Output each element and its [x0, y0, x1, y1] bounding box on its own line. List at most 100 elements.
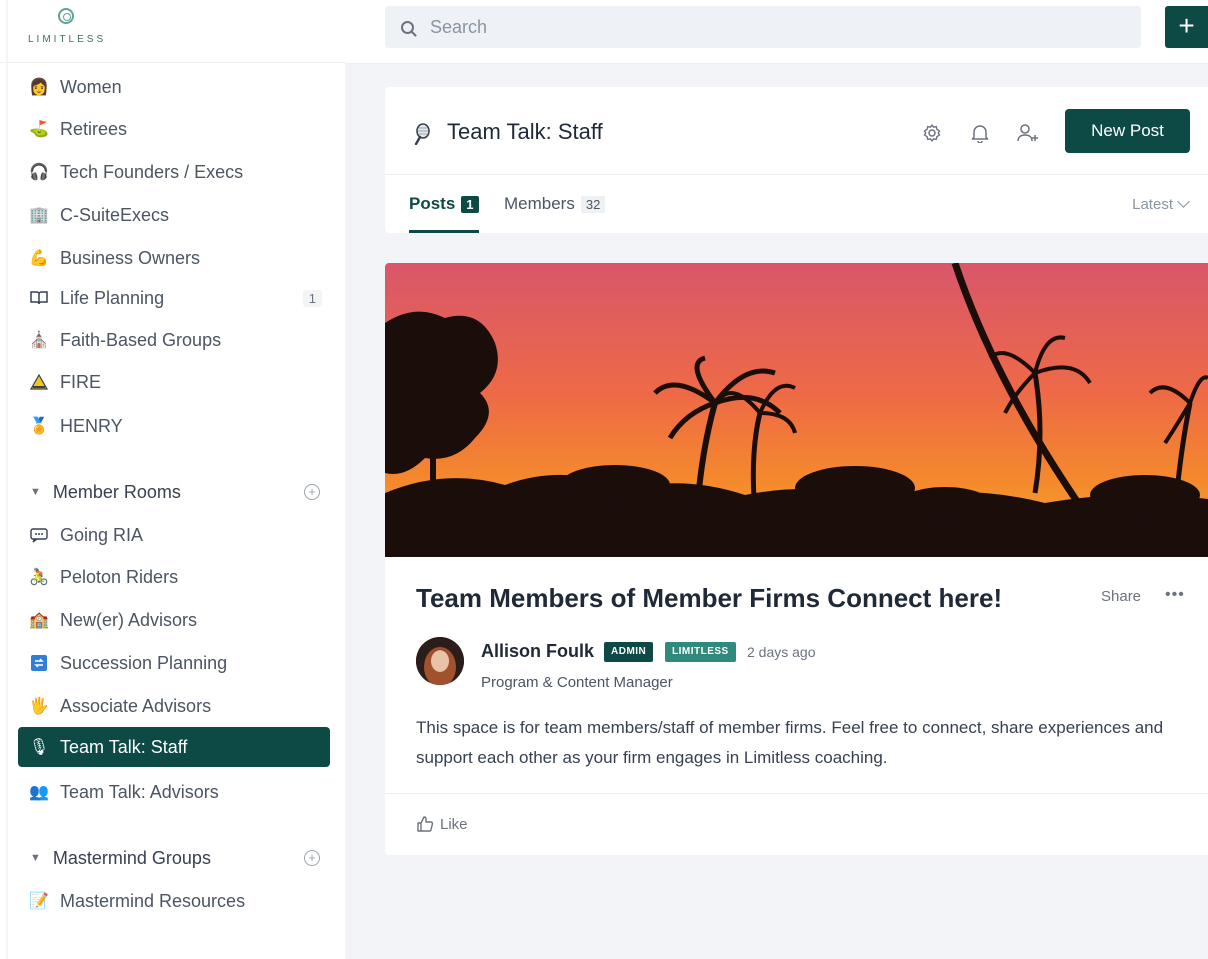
sidebar-item-women[interactable]: 👩 Women	[18, 67, 330, 107]
sidebar-item-c-suite[interactable]: 🏢 C-SuiteExecs	[18, 195, 330, 235]
admin-badge: ADMIN	[604, 642, 654, 662]
microphone-icon: 🎙	[28, 739, 50, 756]
sidebar-item-label: Faith-Based Groups	[60, 329, 222, 350]
unread-count-badge: 1	[302, 289, 322, 307]
logo-wordmark: LIMITLESS	[28, 34, 107, 45]
tab-count-badge: 1	[461, 195, 479, 213]
sidebar-item-label: Tech Founders / Execs	[60, 161, 244, 182]
post-body: This space is for team members/staff of …	[416, 718, 1164, 767]
limitless-badge: LIMITLESS	[665, 642, 736, 662]
collapse-triangle-icon[interactable]: ▼	[30, 486, 41, 498]
section-mastermind[interactable]: ▼ Mastermind Groups +	[18, 838, 330, 878]
top-bar: +	[345, 0, 1208, 64]
sidebar-item-faith-based[interactable]: ⛪ Faith-Based Groups	[18, 320, 330, 360]
sidebar-item-associate[interactable]: 🖐 Associate Advisors	[18, 686, 330, 726]
school-icon: 🏫	[29, 612, 49, 629]
sidebar-item-label: New(er) Advisors	[60, 609, 198, 630]
author-name[interactable]: Allison Foulk	[481, 641, 594, 662]
sidebar-item-label: Women	[60, 76, 122, 97]
post-timestamp[interactable]: 2 days ago	[747, 644, 816, 660]
like-label: Like	[440, 815, 468, 833]
notification-bell-icon[interactable]	[969, 122, 991, 144]
sidebar-item-label: FIRE	[60, 371, 102, 392]
book-icon	[28, 287, 50, 309]
collapse-triangle-icon[interactable]: ▼	[30, 852, 41, 864]
brand-logo[interactable]: LIMITLESS	[28, 8, 148, 52]
search-box[interactable]	[385, 6, 1141, 48]
tab-members[interactable]: Members 32	[504, 175, 606, 233]
sort-label: Latest	[1132, 195, 1173, 213]
sidebar-item-going-ria[interactable]: Going RIA	[18, 515, 330, 555]
thumbs-up-icon	[417, 816, 434, 832]
like-button[interactable]: Like	[416, 815, 468, 833]
sidebar-item-succession[interactable]: Succession Planning	[18, 643, 330, 683]
sidebar-item-label: HENRY	[60, 415, 123, 436]
more-options-icon[interactable]: •••	[1165, 586, 1185, 604]
sidebar: LIMITLESS 👩 Women ⛳ Retirees 🎧 Tech Foun…	[0, 0, 345, 959]
space-title: Team Talk: Staff	[447, 119, 603, 144]
microphone-icon	[414, 123, 430, 145]
sidebar-item-life-planning[interactable]: Life Planning 1	[18, 278, 330, 318]
tab-count-badge: 32	[580, 195, 606, 213]
sidebar-item-business-owners[interactable]: 💪 Business Owners	[18, 238, 330, 278]
sidebar-item-henry[interactable]: 🏅 HENRY	[18, 406, 330, 446]
sidebar-edge	[6, 0, 8, 959]
settings-gear-icon[interactable]	[921, 122, 943, 144]
sidebar-divider	[0, 62, 345, 63]
post-title[interactable]: Team Members of Member Firms Connect her…	[416, 583, 1002, 614]
avatar[interactable]	[416, 637, 464, 685]
sidebar-item-label: Team Talk: Advisors	[60, 781, 219, 802]
space-title-row: Team Talk: Staff New Post	[385, 87, 1208, 175]
sidebar-item-label: Business Owners	[60, 247, 201, 268]
sidebar-item-label: C-SuiteExecs	[60, 204, 170, 225]
memo-icon: 📝	[29, 893, 49, 910]
section-title: Mastermind Groups	[52, 847, 211, 868]
sidebar-item-tech-founders[interactable]: 🎧 Tech Founders / Execs	[18, 152, 330, 192]
arrows-cycle-icon	[28, 652, 50, 674]
add-group-icon[interactable]: +	[304, 850, 320, 866]
tab-posts[interactable]: Posts 1	[409, 175, 479, 233]
new-post-button[interactable]: New Post	[1065, 109, 1190, 153]
logo-mark-icon	[58, 8, 74, 24]
tab-label: Members	[504, 194, 575, 213]
add-room-icon[interactable]: +	[304, 484, 320, 500]
cyclist-icon: 🚴	[29, 569, 49, 586]
sidebar-item-label: Peloton Riders	[60, 566, 179, 587]
golf-icon: ⛳	[29, 121, 49, 138]
headphones-icon: 🎧	[29, 164, 49, 181]
section-member-rooms[interactable]: ▼ Member Rooms +	[18, 472, 330, 512]
search-icon	[401, 20, 414, 34]
sidebar-item-mastermind-resources[interactable]: 📝 Mastermind Resources	[18, 881, 330, 921]
post-divider	[385, 793, 1208, 794]
section-title: Member Rooms	[52, 481, 181, 502]
chevron-down-icon	[1177, 195, 1190, 208]
share-link[interactable]: Share	[1101, 588, 1141, 605]
sidebar-item-team-talk-advisors[interactable]: 👥 Team Talk: Advisors	[18, 772, 330, 812]
space-tabs: Posts 1 Members 32 Latest	[385, 175, 1208, 233]
search-input[interactable]	[430, 16, 1030, 38]
sidebar-item-team-talk-staff[interactable]: 🎙 Team Talk: Staff	[18, 727, 330, 767]
add-member-icon[interactable]	[1017, 122, 1039, 144]
sidebar-item-retirees[interactable]: ⛳ Retirees	[18, 109, 330, 149]
add-button[interactable]: +	[1165, 6, 1208, 48]
sidebar-item-label: Associate Advisors	[60, 695, 212, 716]
author-role: Program & Content Manager	[481, 674, 673, 691]
sidebar-item-label: Going RIA	[60, 524, 144, 545]
cover-image	[385, 263, 1208, 557]
badge-icon: 🏅	[29, 418, 49, 435]
sidebar-item-label: Life Planning	[60, 287, 165, 308]
space-header: Team Talk: Staff New Post Posts 1 Member…	[385, 87, 1208, 233]
post-card: Team Members of Member Firms Connect her…	[385, 263, 1208, 855]
sidebar-item-newer-advisors[interactable]: 🏫 New(er) Advisors	[18, 600, 330, 640]
sort-dropdown[interactable]: Latest	[1132, 175, 1190, 233]
hand-icon: 🖐	[29, 698, 49, 715]
tab-label: Posts	[409, 194, 456, 213]
woman-face-icon: 👩	[29, 79, 49, 96]
people-icon: 👥	[29, 784, 49, 801]
sidebar-item-fire[interactable]: FIRE	[18, 362, 330, 402]
chat-bubble-icon	[28, 524, 50, 546]
church-icon: ⛪	[29, 332, 49, 349]
sidebar-item-peloton[interactable]: 🚴 Peloton Riders	[18, 557, 330, 597]
flexed-arm-icon: 💪	[29, 250, 49, 267]
sidebar-item-label: Succession Planning	[60, 652, 228, 673]
